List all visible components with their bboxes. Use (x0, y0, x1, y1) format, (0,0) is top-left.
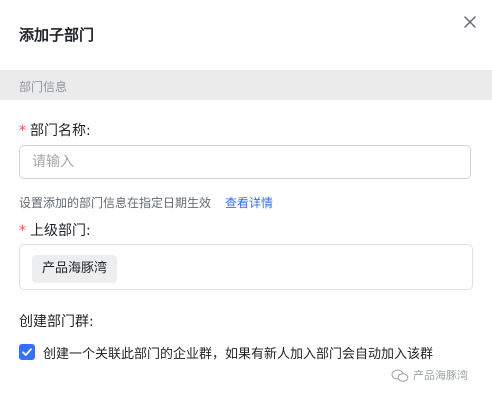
wechat-icon (391, 369, 409, 382)
create-group-checkbox[interactable] (19, 344, 35, 360)
parent-department-label: * 上级部门: (19, 220, 91, 240)
department-name-input[interactable] (20, 146, 470, 178)
required-mark: * (19, 123, 26, 139)
effective-date-hint: 设置添加的部门信息在指定日期生效 (19, 196, 212, 210)
department-name-label-text: 部门名称: (30, 123, 91, 139)
parent-department-tag[interactable]: 产品海豚湾 (32, 255, 118, 283)
parent-department-label-text: 上级部门: (30, 223, 91, 239)
required-mark: * (19, 223, 26, 239)
view-details-link[interactable]: 查看详情 (225, 194, 273, 211)
dialog-title: 添加子部门 (19, 26, 95, 44)
watermark-text: 产品海豚湾 (413, 369, 468, 382)
department-name-field[interactable] (19, 145, 471, 179)
close-icon[interactable] (461, 13, 479, 31)
department-name-label: * 部门名称: (19, 120, 91, 140)
section-header-label: 部门信息 (19, 80, 68, 94)
watermark: 产品海豚湾 (391, 367, 468, 383)
section-header: 部门信息 (0, 70, 492, 100)
create-group-checkbox-label[interactable]: 创建一个关联此部门的企业群，如果有新人加入部门会自动加入该群 (43, 343, 433, 362)
create-group-label: 创建部门群: (19, 314, 94, 330)
parent-department-selector[interactable]: 产品海豚湾 (19, 244, 473, 290)
checkmark-icon (22, 348, 32, 356)
